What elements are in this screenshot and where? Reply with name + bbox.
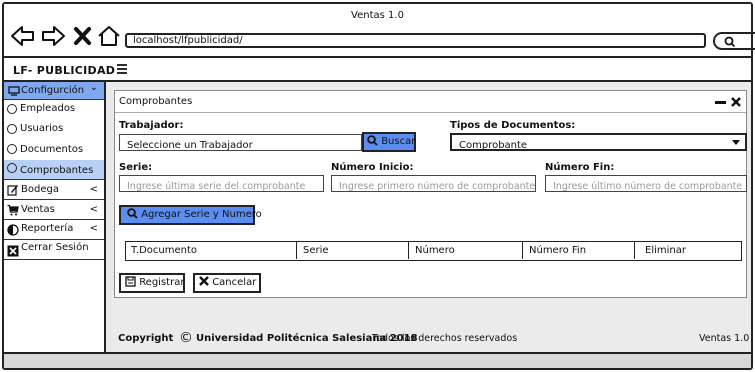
back-arrow-icon[interactable] <box>10 24 36 48</box>
sidebar-item-label: Cerrar Sesión <box>21 242 89 253</box>
url-bar[interactable]: localhost/lfpublicidad/ <box>125 33 706 48</box>
sidebar-item-label: Empleados <box>20 103 76 114</box>
hamburger-icon[interactable] <box>116 63 128 75</box>
search-icon <box>724 36 736 48</box>
column-header: Número <box>415 245 455 256</box>
column-header: Serie <box>303 245 329 256</box>
window-title: Ventas 1.0 <box>351 10 404 21</box>
close-icon <box>199 276 209 286</box>
column-header: Eliminar <box>645 245 686 256</box>
sidebar-subitem-empleados[interactable]: Empleados <box>4 100 104 118</box>
trabajador-select[interactable]: Seleccione un Trabajador <box>119 134 362 151</box>
column-header: T.Documento <box>131 245 198 256</box>
edit-icon <box>7 185 18 196</box>
comprobantes-table-header: T.Documento Serie Número Número Fin Elim… <box>125 241 742 261</box>
radio-icon <box>7 163 17 173</box>
radio-icon <box>7 104 17 114</box>
monitor-icon <box>8 86 20 96</box>
copyright-icon: © <box>179 330 193 346</box>
serie-label: Serie: <box>119 162 153 173</box>
registrar-button[interactable]: Registrar <box>119 273 185 293</box>
chevron-left-icon: < <box>89 223 98 234</box>
chevron-down-icon: ⌄ <box>89 82 98 93</box>
numero-fin-input[interactable]: Ingrese último número de comprobante <box>545 175 747 192</box>
close-box-icon <box>7 245 19 257</box>
footer-rights: Todos los derechos reservados <box>372 333 518 344</box>
numero-inicio-label: Número Inicio: <box>331 162 414 173</box>
sidebar-item-label: Usuarios <box>20 123 64 134</box>
brand-logo: LF- PUBLICIDAD <box>13 64 116 77</box>
radio-icon <box>7 144 17 154</box>
forward-arrow-icon[interactable] <box>40 24 66 48</box>
cart-icon <box>7 204 19 216</box>
tipos-documentos-label: Tipos de Documentos: <box>450 120 576 131</box>
sidebar-item-label: Reportería <box>21 223 74 234</box>
cancelar-button[interactable]: Cancelar <box>193 273 261 293</box>
sidebar-item-bodega[interactable]: Bodega < <box>4 180 104 200</box>
sidebar-item-label: Ventas <box>21 204 55 215</box>
dropdown-arrow-icon <box>732 140 740 145</box>
search-icon <box>367 135 378 146</box>
numero-inicio-input[interactable]: Ingrese primero número de comprobante <box>331 175 536 192</box>
agregar-serie-button[interactable]: Agregar Serie y Numero <box>119 205 262 225</box>
main-content: Comprobantes Trabajador: Seleccione un T… <box>106 82 751 352</box>
sidebar-item-label: Documentos <box>20 144 84 155</box>
sidebar-item-cerrar-sesion[interactable]: Cerrar Sesión <box>4 240 104 260</box>
browser-status-bar <box>4 352 751 368</box>
chevron-left-icon: < <box>89 184 98 195</box>
serie-input[interactable]: Ingrese última serie del comprobante <box>119 175 324 192</box>
minimize-icon[interactable] <box>715 101 726 104</box>
copyright-prefix: Copyright <box>118 333 174 344</box>
sidebar-subitem-comprobantes[interactable]: Comprobantes <box>4 160 104 180</box>
sidebar-item-configuracion[interactable]: Configurción ⌄ <box>4 82 104 100</box>
panel-header: Comprobantes <box>115 91 746 113</box>
sidebar-item-label: Bodega <box>21 184 59 195</box>
app-header: LF- PUBLICIDAD <box>4 56 751 82</box>
sidebar-subitem-documentos[interactable]: Documentos <box>4 140 104 158</box>
buscar-button[interactable]: Buscar <box>362 132 416 152</box>
home-icon[interactable] <box>96 24 122 48</box>
sidebar-subitem-usuarios[interactable]: Usuarios <box>4 120 104 138</box>
footer-version: Ventas 1.0 <box>699 333 750 344</box>
page-footer: Copyright © Universidad Politécnica Sale… <box>114 322 750 350</box>
search-icon <box>127 208 138 219</box>
column-header: Número Fin <box>529 245 587 256</box>
panel-title: Comprobantes <box>119 96 193 107</box>
radio-icon <box>7 124 17 134</box>
save-icon <box>125 276 136 287</box>
close-icon[interactable] <box>731 97 741 107</box>
chevron-left-icon: < <box>89 204 98 215</box>
sidebar-item-label: Comprobantes <box>20 165 94 176</box>
browser-titlebar: Ventas 1.0 localhost/lfpublicidad/ <box>4 4 755 56</box>
numero-fin-label: Número Fin: <box>545 162 615 173</box>
tipos-documentos-select[interactable]: Comprobante <box>450 133 747 151</box>
sidebar-item-reporteria[interactable]: Reportería < <box>4 220 104 240</box>
sidebar: Configurción ⌄ Empleados Usuarios Docume… <box>4 82 106 352</box>
comprobantes-panel: Comprobantes Trabajador: Seleccione un T… <box>114 90 747 298</box>
browser-search-field[interactable] <box>713 32 755 50</box>
sidebar-item-ventas[interactable]: Ventas < <box>4 200 104 220</box>
sidebar-item-label: Configurción <box>21 85 85 96</box>
close-x-icon[interactable] <box>70 24 96 48</box>
trabajador-label: Trabajador: <box>119 120 184 131</box>
pie-icon <box>7 224 19 236</box>
